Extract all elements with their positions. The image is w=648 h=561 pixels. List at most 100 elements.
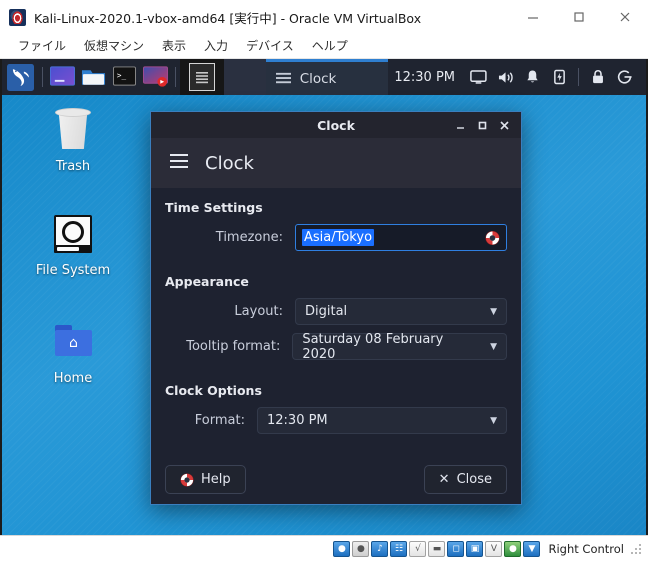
chevron-down-icon: ▼ [490, 341, 497, 352]
panel-clock[interactable]: 12:30 PM [388, 70, 465, 85]
kali-dragon-icon [6, 63, 34, 91]
close-button[interactable] [602, 0, 648, 34]
chevron-down-icon: ▼ [490, 415, 497, 426]
tooltip-format-label: Tooltip format: [186, 339, 281, 354]
root-terminal-launcher[interactable]: >_ [109, 59, 140, 95]
dialog-header-title: Clock [205, 152, 254, 174]
menu-devices[interactable]: デバイス [237, 35, 303, 57]
host-key-icon[interactable]: ▼ [523, 540, 541, 557]
lock-screen-icon[interactable] [584, 69, 611, 85]
audio-icon[interactable]: ♪ [371, 540, 389, 557]
tooltip-format-select-value: Saturday 08 February 2020 [302, 331, 444, 362]
desktop-icon-label: Trash [55, 159, 91, 174]
terminal-emulator-launcher[interactable] [47, 59, 78, 95]
optical-disk-icon[interactable]: ● [352, 540, 370, 557]
desktop-icon-home[interactable]: ⌂ Home [18, 317, 128, 386]
usb-icon[interactable]: √ [409, 540, 427, 557]
timezone-input[interactable]: Asia/Tokyo [295, 224, 507, 251]
desktop-icon-label: Home [53, 371, 93, 386]
kali-desktop[interactable]: Trash File System ⌂ Home Clock Clock Tim… [2, 95, 646, 535]
help-button-label: Help [201, 472, 231, 487]
section-title-appearance: Appearance [165, 274, 249, 289]
kali-panel: >_ Clock 12:30 PM [2, 59, 646, 95]
format-label: Format: [194, 413, 245, 428]
desktop-icon-file-system[interactable]: File System [18, 209, 128, 278]
tooltip-format-select[interactable]: Saturday 08 February 2020 ▼ [292, 331, 507, 362]
timezone-input-value: Asia/Tokyo [302, 229, 375, 246]
notifications-icon[interactable] [519, 69, 546, 85]
file-manager-launcher[interactable] [78, 59, 109, 95]
window-buttons-area [179, 59, 224, 95]
virtualbox-window-title: Kali-Linux-2020.1-vbox-amd64 [実行中] - Ora… [34, 10, 422, 26]
svg-text:>_: >_ [117, 71, 127, 80]
video-capture-icon[interactable]: ▣ [466, 540, 484, 557]
layout-select-value: Digital [305, 304, 348, 319]
screen-recorder-launcher[interactable] [140, 59, 171, 95]
dialog-titlebar[interactable]: Clock [151, 112, 521, 138]
hamburger-menu-icon[interactable] [169, 153, 189, 173]
lifebuoy-help-icon[interactable] [485, 230, 500, 245]
timezone-row: Timezone: Asia/Tokyo [165, 224, 507, 251]
menu-view[interactable]: 表示 [153, 35, 195, 57]
layout-row: Layout: Digital ▼ [165, 298, 507, 325]
home-folder-icon: ⌂ [49, 317, 97, 365]
panel-separator [42, 67, 44, 87]
dialog-window-controls [450, 115, 521, 135]
section-title-clock-options: Clock Options [165, 383, 262, 398]
shared-folder-icon[interactable]: ▬ [428, 540, 446, 557]
dialog-close-button[interactable] [494, 115, 514, 135]
section-title-time-settings: Time Settings [165, 200, 263, 215]
close-x-icon: ✕ [438, 472, 450, 487]
applications-menu-button[interactable] [2, 59, 39, 95]
folder-icon [82, 70, 106, 85]
menu-input[interactable]: 入力 [195, 35, 237, 57]
virtualbox-icon [9, 8, 26, 26]
menu-help[interactable]: ヘルプ [303, 35, 357, 57]
resize-grip[interactable] [630, 542, 642, 555]
menu-file[interactable]: ファイル [9, 35, 75, 57]
dialog-minimize-button[interactable] [450, 115, 470, 135]
display-icon[interactable]: ◻ [447, 540, 465, 557]
display-settings-icon[interactable] [465, 69, 492, 85]
dialog-header: Clock [151, 138, 521, 188]
taskbar-item-clock[interactable]: Clock [265, 59, 389, 95]
mouse-integration-icon[interactable]: ● [504, 540, 522, 557]
desktop-icon-trash[interactable]: Trash [18, 105, 128, 174]
dialog-maximize-button[interactable] [472, 115, 492, 135]
clock-settings-dialog: Clock Clock Time Settings Timezone: Asia… [150, 111, 522, 505]
lifebuoy-help-icon [180, 472, 194, 487]
layout-label: Layout: [234, 304, 283, 319]
panel-spacer [223, 59, 266, 95]
menu-machine[interactable]: 仮想マシン [75, 35, 153, 57]
hard-drive-icon [49, 209, 97, 257]
tooltip-format-row: Tooltip format: Saturday 08 February 202… [165, 331, 507, 362]
virtualbox-window-controls [510, 0, 648, 34]
virtualbox-window: Kali-Linux-2020.1-vbox-amd64 [実行中] - Ora… [0, 0, 648, 561]
maximize-button[interactable] [556, 0, 602, 34]
minimize-button[interactable] [510, 0, 556, 34]
harddisk-icon[interactable]: ● [333, 540, 351, 557]
log-out-icon[interactable] [611, 69, 638, 85]
chevron-down-icon: ▼ [490, 306, 497, 317]
panel-separator [174, 67, 176, 87]
format-select-value: 12:30 PM [267, 413, 328, 428]
close-button-label: Close [456, 472, 492, 487]
virtualization-icon[interactable]: V [485, 540, 503, 557]
trash-icon [49, 105, 97, 153]
taskbar-item-label: Clock [299, 70, 337, 87]
close-dialog-button[interactable]: ✕ Close [423, 465, 507, 494]
dialog-body: Time Settings Timezone: Asia/Tokyo Appea… [151, 188, 521, 504]
virtualbox-statusbar: ● ● ♪ ☷ √ ▬ ◻ ▣ V ● ▼ Right Control [0, 535, 648, 561]
window-list-button[interactable] [179, 59, 224, 95]
format-row: Format: 12:30 PM ▼ [165, 407, 507, 434]
guest-screen: Trash File System ⌂ Home Clock Clock Tim… [0, 59, 648, 535]
layout-select[interactable]: Digital ▼ [295, 298, 507, 325]
timezone-label: Timezone: [215, 230, 283, 245]
volume-icon[interactable] [492, 70, 519, 85]
terminal-black-icon: >_ [113, 66, 137, 86]
power-manager-icon[interactable] [546, 69, 573, 85]
network-icon[interactable]: ☷ [390, 540, 408, 557]
format-select[interactable]: 12:30 PM ▼ [257, 407, 507, 434]
host-key-label: Right Control [548, 541, 624, 556]
help-button[interactable]: Help [165, 465, 246, 494]
